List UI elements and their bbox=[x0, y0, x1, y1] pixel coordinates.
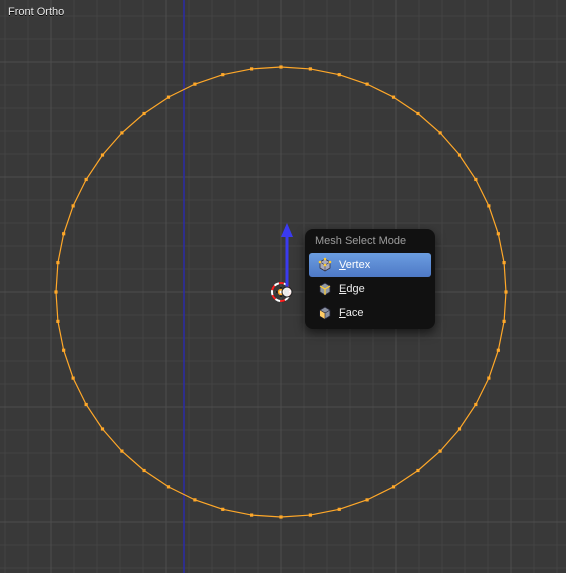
vertex[interactable] bbox=[338, 73, 341, 76]
vertex[interactable] bbox=[416, 112, 419, 115]
vertex[interactable] bbox=[54, 290, 57, 293]
vertex[interactable] bbox=[366, 83, 369, 86]
vertex[interactable] bbox=[487, 204, 490, 207]
vertex[interactable] bbox=[338, 508, 341, 511]
vertex[interactable] bbox=[250, 513, 253, 516]
transform-gizmo[interactable] bbox=[281, 223, 293, 297]
vertex[interactable] bbox=[392, 485, 395, 488]
vertex[interactable] bbox=[85, 403, 88, 406]
vertex[interactable] bbox=[101, 427, 104, 430]
vertex[interactable] bbox=[120, 450, 123, 453]
vertex[interactable] bbox=[504, 290, 507, 293]
vertex[interactable] bbox=[502, 320, 505, 323]
grid bbox=[0, 0, 566, 573]
vertex[interactable] bbox=[56, 320, 59, 323]
vertex[interactable] bbox=[416, 469, 419, 472]
vertex[interactable] bbox=[497, 232, 500, 235]
vertex[interactable] bbox=[62, 349, 65, 352]
gizmo-arrowhead-icon[interactable] bbox=[281, 223, 293, 237]
vertex[interactable] bbox=[193, 83, 196, 86]
vertex[interactable] bbox=[221, 508, 224, 511]
vertex[interactable] bbox=[250, 67, 253, 70]
vertex[interactable] bbox=[474, 178, 477, 181]
vertex[interactable] bbox=[458, 427, 461, 430]
edge-icon bbox=[317, 281, 333, 297]
select-mode-label: Vertex bbox=[339, 259, 370, 271]
vertex[interactable] bbox=[392, 96, 395, 99]
mesh-select-mode-popup: Mesh Select Mode Vertex Edge Face bbox=[305, 229, 435, 329]
vertex[interactable] bbox=[72, 377, 75, 380]
vertex[interactable] bbox=[101, 153, 104, 156]
select-mode-edge[interactable]: Edge bbox=[309, 277, 431, 301]
vertex[interactable] bbox=[279, 65, 282, 68]
vertex[interactable] bbox=[309, 513, 312, 516]
select-mode-label: Edge bbox=[339, 283, 365, 295]
vertex[interactable] bbox=[221, 73, 224, 76]
vertex[interactable] bbox=[439, 450, 442, 453]
vertex[interactable] bbox=[193, 498, 196, 501]
vertex[interactable] bbox=[167, 485, 170, 488]
vertex[interactable] bbox=[72, 204, 75, 207]
vertex[interactable] bbox=[56, 261, 59, 264]
vertex[interactable] bbox=[309, 67, 312, 70]
vertex[interactable] bbox=[62, 232, 65, 235]
popup-title: Mesh Select Mode bbox=[305, 229, 435, 253]
vertex[interactable] bbox=[167, 96, 170, 99]
vertex[interactable] bbox=[85, 178, 88, 181]
face-icon bbox=[317, 305, 333, 321]
vertex[interactable] bbox=[497, 349, 500, 352]
vertex[interactable] bbox=[142, 469, 145, 472]
select-mode-face[interactable]: Face bbox=[309, 301, 431, 325]
vertex[interactable] bbox=[366, 498, 369, 501]
vertex[interactable] bbox=[142, 112, 145, 115]
vertex[interactable] bbox=[474, 403, 477, 406]
vertex-icon bbox=[317, 257, 333, 273]
vertex[interactable] bbox=[120, 131, 123, 134]
gizmo-origin[interactable] bbox=[282, 287, 292, 297]
select-mode-vertex[interactable]: Vertex bbox=[309, 253, 431, 277]
view-orientation-label: Front Ortho bbox=[8, 6, 64, 18]
vertex[interactable] bbox=[487, 377, 490, 380]
vertex[interactable] bbox=[439, 131, 442, 134]
vertex[interactable] bbox=[502, 261, 505, 264]
vertex[interactable] bbox=[458, 153, 461, 156]
select-mode-label: Face bbox=[339, 307, 363, 319]
viewport-3d[interactable]: Front Ortho Mesh Select Mode Vertex Edge F… bbox=[0, 0, 566, 573]
viewport-canvas bbox=[0, 0, 566, 573]
vertex[interactable] bbox=[279, 515, 282, 518]
